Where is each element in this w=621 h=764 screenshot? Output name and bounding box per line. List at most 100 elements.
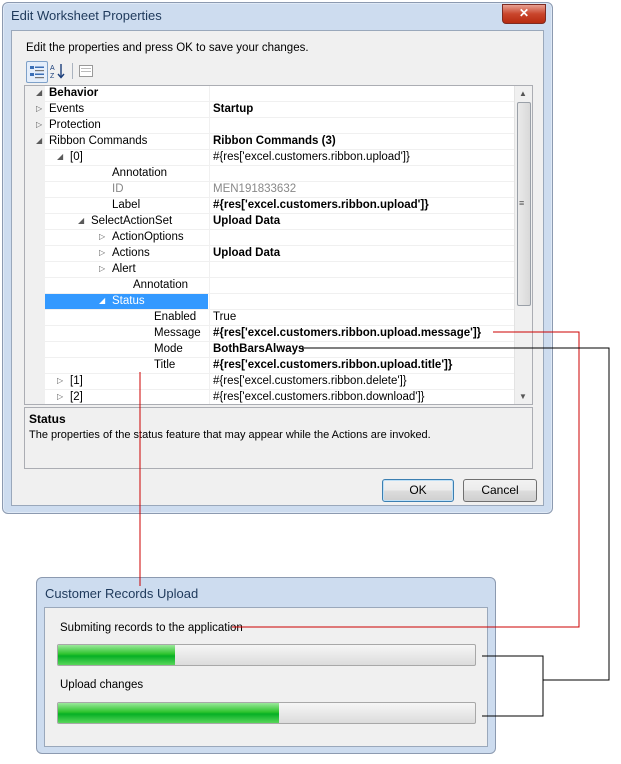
property-value[interactable]: #{res['excel.customers.ribbon.upload']} (213, 151, 410, 163)
property-name-cell[interactable]: ▷ Events (25, 102, 208, 118)
property-row[interactable]: Annotation (25, 278, 521, 294)
property-row[interactable]: ▷ Protection (25, 118, 521, 134)
property-row[interactable]: ◢ Status (25, 294, 521, 310)
property-value[interactable]: #{res['excel.customers.ribbon.upload.tit… (213, 359, 452, 371)
column-divider[interactable] (209, 166, 210, 182)
property-name-cell[interactable]: ◢ Ribbon Commands (25, 134, 208, 150)
expand-arrow-icon[interactable]: ▷ (57, 376, 63, 385)
property-name-cell[interactable]: ▷ Alert (25, 262, 208, 278)
property-value[interactable]: True (213, 311, 236, 323)
categorized-view-button[interactable] (26, 61, 48, 83)
dialog-titlebar[interactable]: Edit Worksheet Properties ✕ (3, 3, 552, 29)
column-divider[interactable] (209, 390, 210, 404)
property-name-cell[interactable]: ◢ Behavior (25, 86, 208, 102)
property-name: Protection (49, 119, 101, 131)
column-divider[interactable] (209, 246, 210, 262)
property-row[interactable]: Enabled True (25, 310, 521, 326)
expand-arrow-icon[interactable]: ▷ (57, 392, 63, 401)
property-value[interactable]: BothBarsAlways (213, 343, 304, 355)
scroll-up-arrow-icon[interactable]: ▲ (519, 89, 527, 98)
property-name-cell[interactable]: Enabled (25, 310, 208, 326)
column-divider[interactable] (209, 278, 210, 294)
expand-arrow-icon[interactable]: ▷ (99, 248, 105, 257)
property-row[interactable]: Mode BothBarsAlways (25, 342, 521, 358)
property-value[interactable]: MEN191833632 (213, 183, 296, 195)
column-divider[interactable] (209, 198, 210, 214)
property-name: [1] (70, 375, 83, 387)
description-text: The properties of the status feature tha… (29, 429, 431, 441)
collapse-arrow-icon[interactable]: ◢ (99, 296, 105, 305)
expand-arrow-icon[interactable]: ▷ (99, 264, 105, 273)
edit-worksheet-properties-dialog: Edit Worksheet Properties ✕ Edit the pro… (2, 2, 553, 514)
property-value[interactable]: Upload Data (213, 247, 280, 259)
property-row[interactable]: Label #{res['excel.customers.ribbon.uploa… (25, 198, 521, 214)
collapse-arrow-icon[interactable]: ◢ (36, 136, 42, 145)
property-name-cell[interactable]: ▷ [1] (25, 374, 208, 390)
alphabetical-view-button[interactable]: A Z (48, 61, 68, 81)
column-divider[interactable] (209, 262, 210, 278)
close-button[interactable]: ✕ (502, 4, 546, 24)
property-row[interactable]: Annotation (25, 166, 521, 182)
column-divider[interactable] (209, 342, 210, 358)
expand-arrow-icon[interactable]: ▷ (36, 120, 42, 129)
property-value[interactable]: #{res['excel.customers.ribbon.upload']} (213, 199, 429, 211)
property-name-cell[interactable]: Mode (25, 342, 208, 358)
property-row[interactable]: ◢ Behavior (25, 86, 521, 102)
property-name-cell[interactable]: Title (25, 358, 208, 374)
property-name-cell[interactable]: ▷ Protection (25, 118, 208, 134)
property-name-cell[interactable]: Annotation (25, 166, 208, 182)
property-name-cell[interactable]: ▷ [2] (25, 390, 208, 404)
column-divider[interactable] (209, 230, 210, 246)
column-divider[interactable] (209, 86, 210, 102)
collapse-arrow-icon[interactable]: ◢ (36, 88, 42, 97)
collapse-arrow-icon[interactable]: ◢ (57, 152, 63, 161)
column-divider[interactable] (209, 102, 210, 118)
scrollbar-grip-icon: ≡ (519, 198, 525, 208)
property-value[interactable]: Upload Data (213, 215, 280, 227)
scroll-down-arrow-icon[interactable]: ▼ (519, 392, 527, 401)
property-name-cell[interactable]: Label (25, 198, 208, 214)
expand-arrow-icon[interactable]: ▷ (36, 104, 42, 113)
property-row[interactable]: Title #{res['excel.customers.ribbon.uploa… (25, 358, 521, 374)
column-divider[interactable] (209, 326, 210, 342)
column-divider[interactable] (209, 294, 210, 310)
collapse-arrow-icon[interactable]: ◢ (78, 216, 84, 225)
column-divider[interactable] (209, 134, 210, 150)
property-row[interactable]: ID MEN191833632 (25, 182, 521, 198)
property-row[interactable]: ▷ [1] #{res['excel.customers.ribbon.delete… (25, 374, 521, 390)
property-name-cell[interactable]: ◢ Status (45, 294, 208, 310)
vertical-scrollbar[interactable]: ▲ ≡ ▼ (514, 86, 532, 404)
property-row[interactable]: ▷ ActionOptions (25, 230, 521, 246)
property-name-cell[interactable]: ID (25, 182, 208, 198)
property-value[interactable]: Startup (213, 103, 253, 115)
property-name-cell[interactable]: ▷ Actions (25, 246, 208, 262)
property-name-cell[interactable]: Annotation (25, 278, 208, 294)
property-name-cell[interactable]: Message (25, 326, 208, 342)
property-row[interactable]: ▷ Actions Upload Data (25, 246, 521, 262)
property-name-cell[interactable]: ◢ [0] (25, 150, 208, 166)
property-row[interactable]: ▷ [2] #{res['excel.customers.ribbon.downlo… (25, 390, 521, 404)
property-value[interactable]: #{res['excel.customers.ribbon.download']… (213, 391, 425, 403)
property-row[interactable]: Message #{res['excel.customers.ribbon.upl… (25, 326, 521, 342)
column-divider[interactable] (209, 358, 210, 374)
property-value[interactable]: #{res['excel.customers.ribbon.delete']} (213, 375, 407, 387)
property-value[interactable]: Ribbon Commands (3) (213, 135, 336, 147)
property-row[interactable]: ◢ SelectActionSet Upload Data (25, 214, 521, 230)
property-name-cell[interactable]: ▷ ActionOptions (25, 230, 208, 246)
column-divider[interactable] (209, 150, 210, 166)
property-row[interactable]: ▷ Events Startup (25, 102, 521, 118)
column-divider[interactable] (209, 310, 210, 326)
cancel-button[interactable]: Cancel (463, 479, 537, 502)
ok-button[interactable]: OK (382, 479, 454, 502)
column-divider[interactable] (209, 374, 210, 390)
expand-arrow-icon[interactable]: ▷ (99, 232, 105, 241)
column-divider[interactable] (209, 214, 210, 230)
property-value[interactable]: #{res['excel.customers.ribbon.upload.mes… (213, 327, 481, 339)
column-divider[interactable] (209, 182, 210, 198)
property-row[interactable]: ▷ Alert (25, 262, 521, 278)
property-row[interactable]: ◢ [0] #{res['excel.customers.ribbon.upload… (25, 150, 521, 166)
property-row[interactable]: ◢ Ribbon Commands Ribbon Commands (3) (25, 134, 521, 150)
column-divider[interactable] (209, 118, 210, 134)
property-name-cell[interactable]: ◢ SelectActionSet (25, 214, 208, 230)
property-pages-button[interactable] (76, 61, 96, 81)
